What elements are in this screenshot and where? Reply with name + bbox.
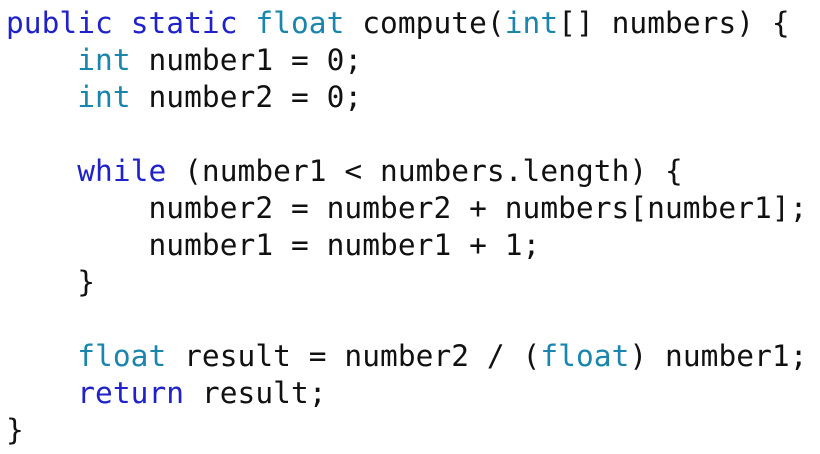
keyword-token: static <box>130 6 238 40</box>
code-line: number2 = number2 + numbers[number1]; <box>6 190 820 227</box>
code-line: int number2 = 0; <box>6 79 820 116</box>
code-text: number2 = number2 + numbers[number1]; <box>6 191 808 225</box>
type-token: float <box>255 6 345 40</box>
code-line: public static float compute(int[] number… <box>6 5 820 42</box>
code-text: number1 = number1 + 1; <box>6 228 541 262</box>
code-line: float result = number2 / (float) number1… <box>6 338 820 375</box>
code-text: } <box>6 265 96 299</box>
keyword-token: public <box>6 6 113 40</box>
code-line: number1 = number1 + 1; <box>6 227 820 264</box>
type-token: float <box>540 339 630 373</box>
code-line: } <box>6 412 820 449</box>
type-token: int <box>504 6 559 40</box>
keyword-token: return <box>77 376 185 410</box>
code-text: number1 = 0; <box>130 43 363 77</box>
code-line: return result; <box>6 375 820 412</box>
type-token: int <box>77 80 131 114</box>
code-text: ) number1; <box>629 339 808 373</box>
code-text: } <box>6 413 24 447</box>
type-token: int <box>77 43 131 77</box>
code-line: while (number1 < numbers.length) { <box>6 153 820 190</box>
code-line: int number1 = 0; <box>6 42 820 79</box>
code-text: (number1 < numbers.length) { <box>166 154 683 188</box>
keyword-token: while <box>77 154 167 188</box>
code-text: result = number2 / ( <box>166 339 541 373</box>
code-text: result; <box>184 376 327 410</box>
code-text: number2 = 0; <box>130 80 363 114</box>
code-text: compute( <box>344 6 505 40</box>
code-editor[interactable]: public static float compute(int[] number… <box>6 5 820 449</box>
code-line: } <box>6 264 820 301</box>
type-token: float <box>77 339 167 373</box>
code-text: [] numbers) { <box>558 6 790 40</box>
